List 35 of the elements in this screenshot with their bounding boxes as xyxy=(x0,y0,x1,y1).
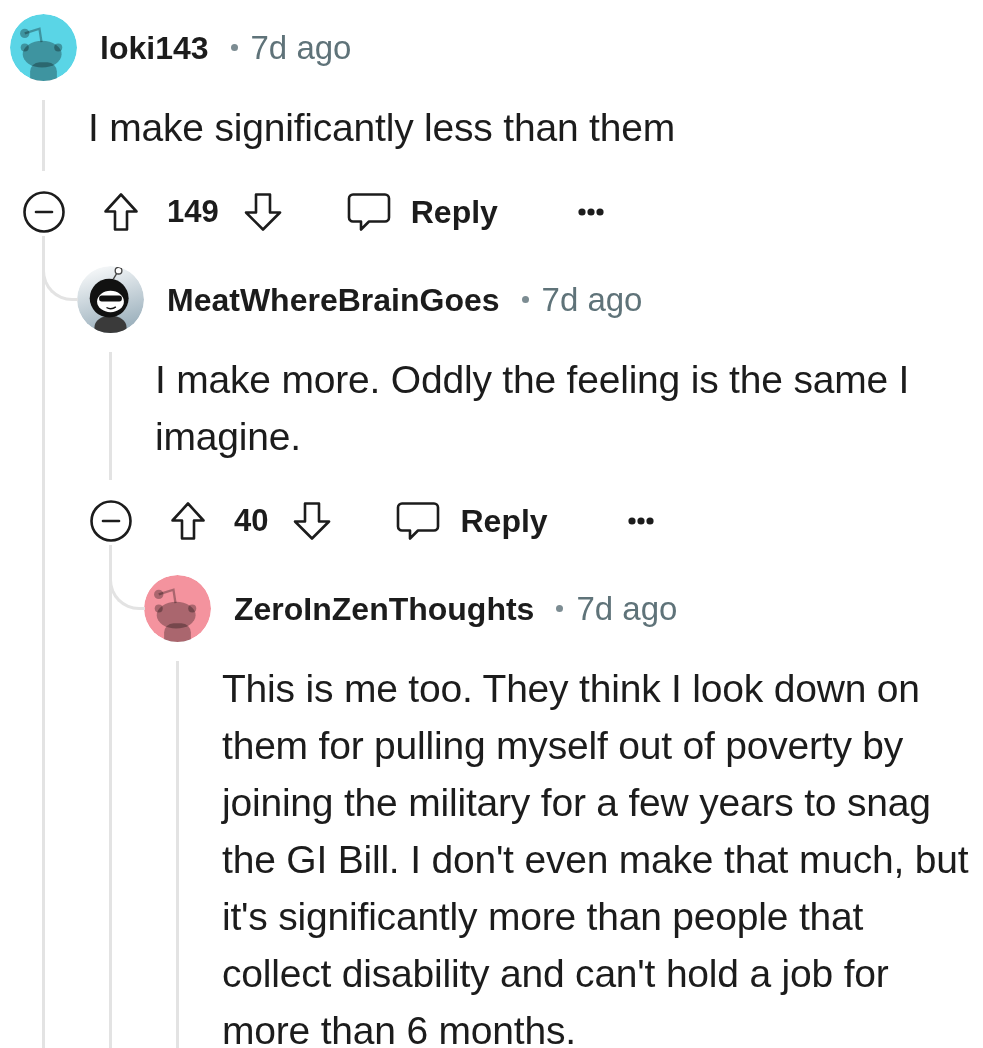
more-options-button[interactable] xyxy=(577,208,604,216)
downvote-button[interactable] xyxy=(242,192,283,232)
more-icon xyxy=(627,517,654,525)
timestamp: 7d ago xyxy=(576,588,678,629)
username[interactable]: loki143 xyxy=(100,23,209,72)
more-options-button[interactable] xyxy=(627,517,654,525)
comment-bubble-icon xyxy=(396,501,441,541)
up-arrow-icon xyxy=(170,501,206,541)
minus-circle-icon xyxy=(22,191,65,233)
username[interactable]: MeatWhereBrainGoes xyxy=(167,275,500,324)
comment-text: I make more. Oddly the feeling is the same I imagine. xyxy=(155,357,911,460)
up-arrow-icon xyxy=(103,192,139,232)
reply-button[interactable]: Reply xyxy=(396,497,548,545)
upvote-button[interactable] xyxy=(103,192,139,232)
vote-count: 149 xyxy=(167,192,219,231)
upvote-button[interactable] xyxy=(170,501,206,541)
dot-separator-icon xyxy=(230,44,238,51)
comment-text: This is me too. They think I look down on them for pulling myself out of poverty by joining the military for a few years to snag the GI Bill. I don't even make that much, but it's significantly more than people that collect disability and can't hold a job for more than 6 months. xyxy=(222,666,970,1048)
collapse-button[interactable] xyxy=(22,191,65,233)
dot-separator-icon xyxy=(556,605,564,612)
avatar-icon xyxy=(77,266,144,333)
username[interactable]: ZeroInZenThoughts xyxy=(234,584,535,633)
down-arrow-icon xyxy=(292,501,333,541)
comment-text: I make significantly less than them xyxy=(88,105,676,151)
minus-circle-icon xyxy=(89,500,132,542)
reply-button[interactable]: Reply xyxy=(346,188,498,236)
downvote-button[interactable] xyxy=(292,501,333,541)
vote-count: 40 xyxy=(234,501,269,540)
timestamp: 7d ago xyxy=(541,279,643,320)
dot-separator-icon xyxy=(521,296,529,303)
down-arrow-icon xyxy=(242,192,283,232)
timestamp: 7d ago xyxy=(250,27,352,68)
comment-bubble-icon xyxy=(346,192,391,232)
more-icon xyxy=(577,208,604,216)
collapse-button[interactable] xyxy=(89,500,132,542)
